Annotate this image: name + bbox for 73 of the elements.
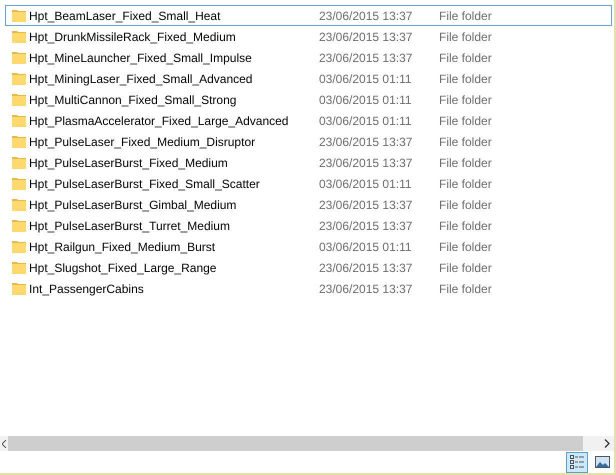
file-row[interactable]: Int_PassengerCabins 23/06/2015 13:37 File folder (5, 278, 612, 299)
date-modified: 03/06/2015 01:11 (319, 176, 413, 192)
file-row[interactable]: Hpt_PulseLaser_Fixed_Medium_Disruptor 23/06/2015 13:37 File folder (5, 131, 612, 152)
date-modified: 23/06/2015 13:37 (319, 28, 414, 46)
folder-icon (11, 197, 27, 212)
folder-icon (11, 281, 27, 296)
file-name: Hpt_MiningLaser_Fixed_Small_Advanced (29, 70, 254, 88)
file-row[interactable]: Hpt_PulseLaserBurst_Turret_Medium 23/06/2015 13:37 File folder (5, 215, 612, 236)
file-name: Hpt_MultiCannon_Fixed_Small_Strong (29, 92, 238, 108)
file-name: Hpt_MineLauncher_Fixed_Small_Impulse (29, 50, 253, 66)
file-name: Hpt_PulseLaser_Fixed_Medium_Disruptor (29, 134, 256, 150)
file-type: File folder (439, 28, 492, 46)
folder-icon (11, 8, 27, 23)
file-row[interactable]: Hpt_MineLauncher_Fixed_Small_Impulse 23/06/2015 13:37 File folder (5, 47, 612, 68)
file-name: Hpt_PulseLaserBurst_Fixed_Small_Scatter (29, 176, 261, 192)
file-name: Hpt_Railgun_Fixed_Medium_Burst (29, 238, 216, 256)
file-row[interactable]: Hpt_PulseLaserBurst_Fixed_Medium 23/06/2015 13:37 File folder (5, 152, 612, 173)
date-modified: 03/06/2015 01:11 (319, 112, 413, 130)
folder-icon (11, 218, 27, 233)
date-modified: 23/06/2015 13:37 (319, 134, 414, 150)
file-row[interactable]: Hpt_PlasmaAccelerator_Fixed_Large_Advanced 03/06/2015 01:11 File folder (5, 110, 612, 131)
folder-icon (11, 29, 27, 44)
file-type: File folder (439, 92, 492, 108)
folder-icon (11, 155, 27, 170)
date-modified: 23/06/2015 13:37 (319, 196, 414, 214)
file-row[interactable]: Hpt_PulseLaserBurst_Gimbal_Medium 23/06/2015 13:37 File folder (5, 194, 612, 215)
view-button[interactable] (566, 452, 588, 472)
date-modified: 23/06/2015 13:37 (319, 50, 414, 66)
file-name: Int_PassengerCabins (29, 280, 145, 298)
file-row[interactable]: Hpt_Slugshot_Fixed_Large_Range 23/06/2015 13:37 File folder (5, 257, 612, 278)
date-modified: 23/06/2015 13:37 (319, 8, 414, 24)
file-row[interactable]: Hpt_BeamLaser_Fixed_Small_Heat 23/06/2015 13:37 File folder (5, 5, 612, 26)
folder-icon (11, 176, 27, 191)
file-row[interactable]: Hpt_DrunkMissileRack_Fixed_Medium 23/06/2015 13:37 File folder (5, 26, 612, 47)
file-type: File folder (439, 238, 492, 256)
file-row[interactable]: Hpt_Railgun_Fixed_Medium_Burst 03/06/2015 01:11 File folder (5, 236, 612, 257)
image-view-icon (594, 456, 610, 468)
file-name: Hpt_PulseLaserBurst_Fixed_Medium (29, 154, 229, 172)
date-modified: 23/06/2015 13:37 (319, 218, 414, 234)
file-name: Hpt_PlasmaAccelerator_Fixed_Large_Advanced (29, 112, 290, 130)
file-name: Hpt_Slugshot_Fixed_Large_Range (29, 260, 218, 276)
file-name: Hpt_PulseLaserBurst_Turret_Medium (29, 218, 231, 234)
folder-icon (11, 50, 27, 65)
file-type: File folder (439, 8, 492, 24)
file-name: Hpt_DrunkMissileRack_Fixed_Medium (29, 28, 237, 46)
file-type: File folder (439, 154, 492, 172)
file-name: Hpt_PulseLaserBurst_Gimbal_Medium (29, 196, 238, 214)
date-modified: 03/06/2015 01:11 (319, 92, 413, 108)
file-type: File folder (439, 260, 492, 276)
file-type: File folder (439, 280, 492, 298)
folder-icon (11, 113, 27, 128)
file-type: File folder (439, 134, 492, 150)
folder-icon (11, 71, 27, 86)
file-type: File folder (439, 50, 492, 66)
folder-icon (11, 239, 27, 254)
folder-icon (11, 92, 27, 107)
folder-icon (11, 260, 27, 275)
file-type: File folder (439, 176, 492, 192)
folder-icon (11, 134, 27, 149)
file-name: Hpt_BeamLaser_Fixed_Small_Heat (29, 8, 222, 24)
date-modified: 23/06/2015 13:37 (319, 260, 414, 276)
date-modified: 23/06/2015 13:37 (319, 280, 414, 298)
details-view-icon (569, 454, 585, 470)
date-modified: 23/06/2015 13:37 (319, 154, 414, 172)
file-type: File folder (439, 196, 492, 214)
date-modified: 03/06/2015 01:11 (319, 70, 413, 88)
file-type: File folder (439, 70, 492, 88)
file-row[interactable]: Hpt_MultiCannon_Fixed_Small_Strong 03/06/2015 01:11 File folder (5, 89, 612, 110)
file-type: File folder (439, 112, 492, 130)
file-row[interactable]: Hpt_PulseLaserBurst_Fixed_Small_Scatter 03/06/2015 01:11 File folder (5, 173, 612, 194)
date-modified: 03/06/2015 01:11 (319, 238, 413, 256)
file-row[interactable]: Hpt_MiningLaser_Fixed_Small_Advanced 03/06/2015 01:11 File folder (5, 68, 612, 89)
file-type: File folder (439, 218, 492, 234)
